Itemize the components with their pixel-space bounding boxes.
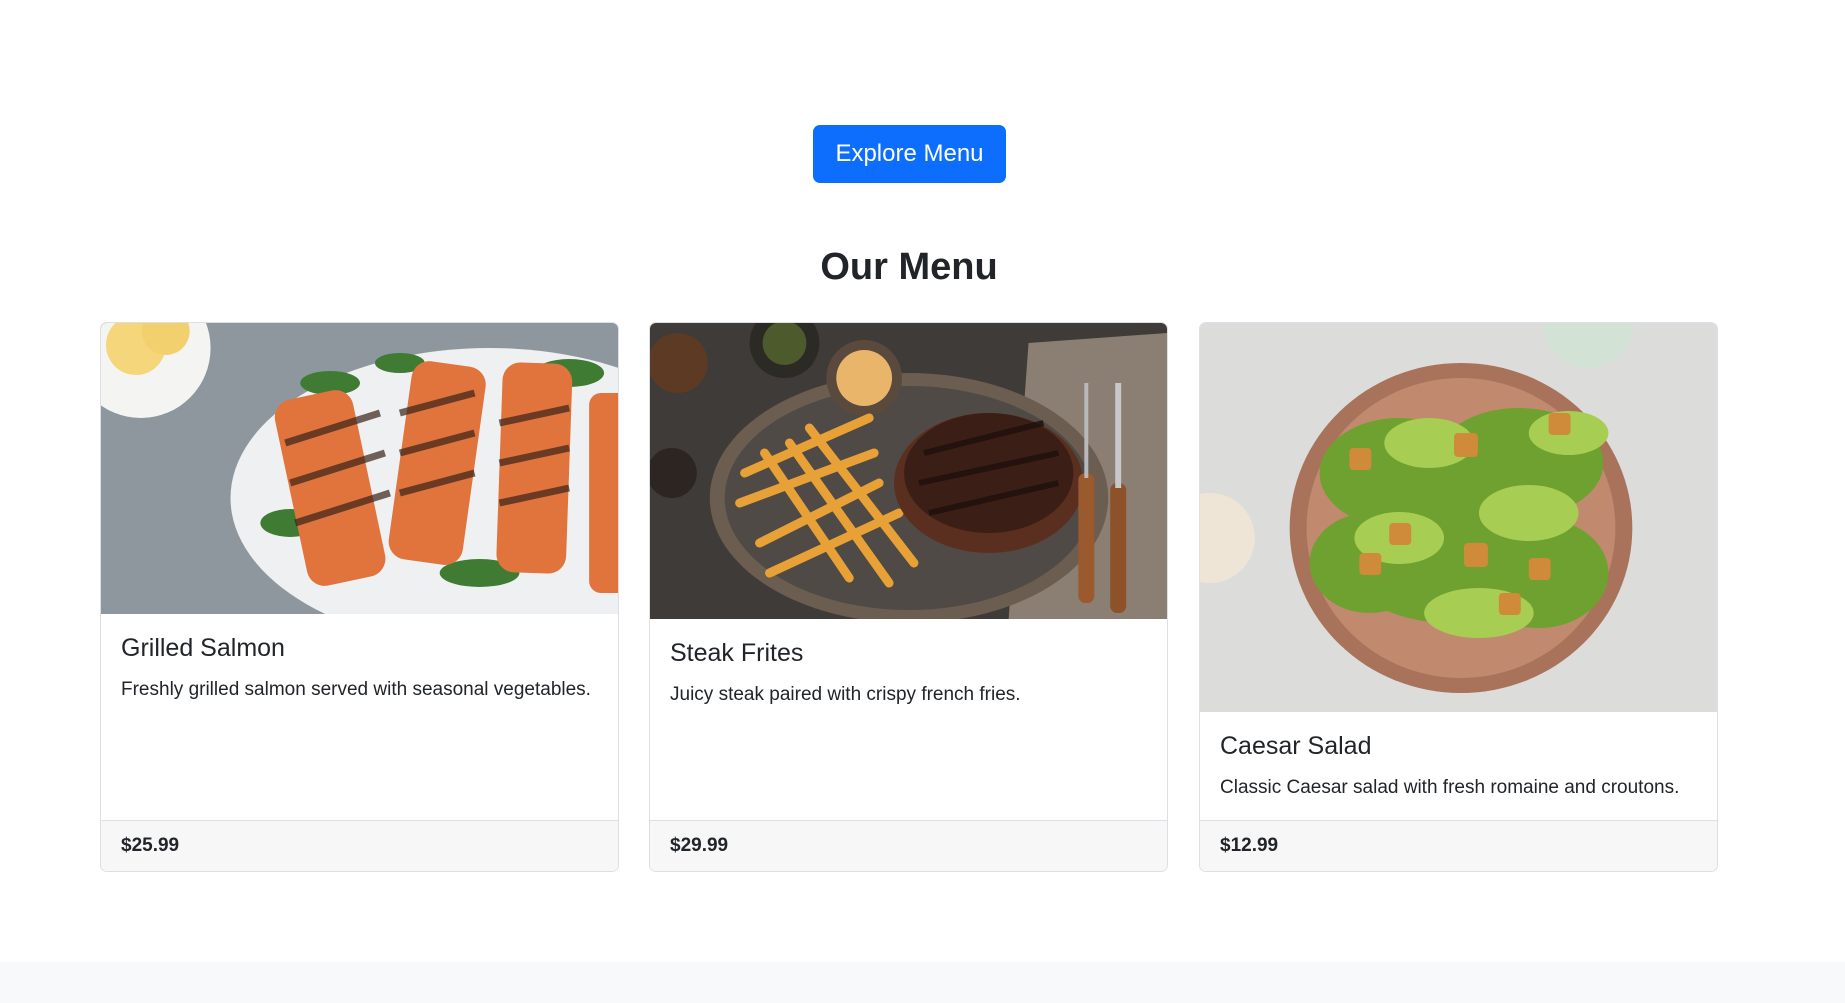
grilled-salmon-image <box>101 323 618 614</box>
menu-item-name: Steak Frites <box>670 639 804 667</box>
menu-card-caesar-salad[interactable]: Caesar Salad Classic Caesar salad with f… <box>1199 322 1718 872</box>
menu-item-price: $29.99 <box>650 820 1167 871</box>
menu-item-description: Freshly grilled salmon served with seaso… <box>121 679 591 700</box>
menu-item-description: Classic Caesar salad with fresh romaine … <box>1220 777 1680 798</box>
menu-item-name: Caesar Salad <box>1220 732 1372 760</box>
menu-section-title: Our Menu <box>820 246 998 288</box>
menu-item-description: Juicy steak paired with crispy french fr… <box>670 684 1021 705</box>
menu-item-name: Grilled Salmon <box>121 634 285 662</box>
card-body: Steak Frites Juicy steak paired with cri… <box>650 619 1167 820</box>
caesar-salad-image <box>1200 323 1717 712</box>
explore-menu-button[interactable]: Explore Menu <box>813 125 1006 183</box>
menu-card-grilled-salmon[interactable]: Grilled Salmon Freshly grilled salmon se… <box>100 322 619 872</box>
page: Explore Menu Our Menu Grilled Salmon Fre… <box>0 0 1845 1003</box>
steak-frites-image <box>650 323 1167 619</box>
card-body: Caesar Salad Classic Caesar salad with f… <box>1200 712 1717 820</box>
card-body: Grilled Salmon Freshly grilled salmon se… <box>101 614 618 820</box>
menu-item-price: $25.99 <box>101 820 618 871</box>
page-footer <box>0 962 1845 1003</box>
menu-card-steak-frites[interactable]: Steak Frites Juicy steak paired with cri… <box>649 322 1168 872</box>
menu-item-price: $12.99 <box>1200 820 1717 871</box>
